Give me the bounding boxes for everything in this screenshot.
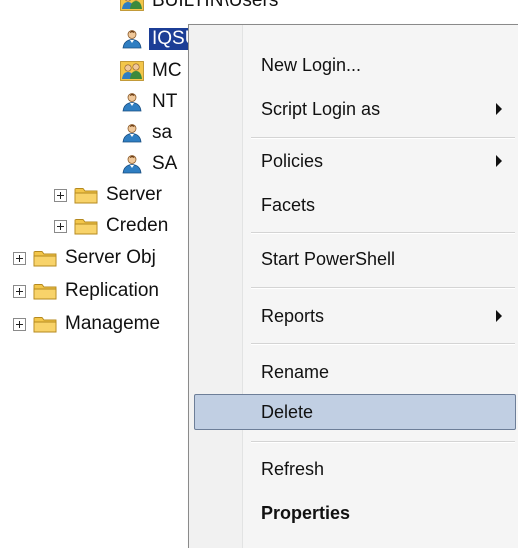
- tree-item-label: MC: [152, 60, 182, 81]
- tree-item-builtin-users[interactable]: BUILTIN\Users: [120, 0, 278, 14]
- menu-item-label: Rename: [261, 361, 330, 382]
- menu-item-label: Start PowerShell: [261, 248, 396, 269]
- tree-item-nt[interactable]: NT: [120, 89, 177, 115]
- menu-item-script-login-as[interactable]: Script Login as: [194, 91, 516, 127]
- folder-icon: [33, 248, 57, 268]
- menu-item-policies[interactable]: Policies: [194, 143, 516, 179]
- tree-item-label: Manageme: [65, 313, 161, 334]
- expand-icon[interactable]: [13, 317, 26, 331]
- menu-item-start-powershell[interactable]: Start PowerShell: [194, 241, 516, 277]
- menu-item-properties[interactable]: Properties: [194, 495, 516, 531]
- tree-item-label: Replication: [65, 280, 159, 301]
- user-icon: [120, 92, 144, 112]
- tree-item-label: Creden: [106, 215, 169, 236]
- tree-item-server-roles[interactable]: Server: [54, 182, 162, 208]
- folder-icon: [33, 281, 57, 301]
- menu-item-label: Reports: [261, 305, 325, 326]
- users-group-icon: [120, 0, 144, 11]
- menu-item-label: Facets: [261, 194, 316, 215]
- tree-item-server-objects[interactable]: Server Obj: [13, 245, 156, 271]
- expand-icon[interactable]: [54, 219, 67, 233]
- menu-item-label: New Login...: [261, 54, 362, 75]
- menu-item-label: Delete: [261, 401, 314, 422]
- tree-item-replication[interactable]: Replication: [13, 278, 159, 304]
- menu-item-label: Refresh: [261, 458, 325, 479]
- menu-separator: [251, 287, 515, 289]
- menu-separator: [251, 232, 515, 234]
- tree-item-sa[interactable]: sa: [120, 120, 172, 146]
- tree-item-label: BUILTIN\Users: [152, 0, 279, 11]
- tree-item-credentials[interactable]: Creden: [54, 213, 168, 239]
- menu-item-reports[interactable]: Reports: [194, 298, 516, 334]
- tree-item-label: Server Obj: [65, 247, 156, 268]
- menu-item-refresh[interactable]: Refresh: [194, 451, 516, 487]
- menu-item-rename[interactable]: Rename: [194, 354, 516, 390]
- folder-icon: [74, 185, 98, 205]
- screenshot-canvas: BUILTIN\Users IQSUser MC NT sa SA Server: [0, 0, 518, 548]
- submenu-arrow-icon: [496, 103, 502, 115]
- menu-item-delete[interactable]: Delete: [194, 394, 516, 430]
- menu-item-new-login[interactable]: New Login...: [194, 47, 516, 83]
- expand-icon[interactable]: [13, 251, 26, 265]
- menu-item-facets[interactable]: Facets: [194, 187, 516, 223]
- folder-icon: [33, 314, 57, 334]
- user-icon: [120, 123, 144, 143]
- context-menu: New Login... Script Login as Policies Fa…: [188, 24, 518, 548]
- menu-separator: [251, 137, 515, 139]
- tree-item-label: NT: [152, 91, 178, 112]
- users-group-icon: [120, 61, 144, 81]
- user-icon: [120, 154, 144, 174]
- menu-separator: [251, 441, 515, 443]
- expand-icon[interactable]: [13, 284, 26, 298]
- expand-icon[interactable]: [54, 188, 67, 202]
- user-icon: [120, 29, 144, 49]
- tree-item-label: sa: [152, 122, 173, 143]
- tree-item-sa2[interactable]: SA: [120, 151, 177, 177]
- tree-item-management[interactable]: Manageme: [13, 311, 160, 337]
- tree-item-label: Server: [106, 184, 162, 205]
- folder-icon: [74, 216, 98, 236]
- menu-item-label: Script Login as: [261, 98, 381, 119]
- menu-separator: [251, 343, 515, 345]
- submenu-arrow-icon: [496, 155, 502, 167]
- tree-item-label: SA: [152, 153, 178, 174]
- menu-item-label: Properties: [261, 502, 351, 523]
- menu-item-label: Policies: [261, 150, 324, 171]
- submenu-arrow-icon: [496, 310, 502, 322]
- tree-item-mc[interactable]: MC: [120, 58, 182, 84]
